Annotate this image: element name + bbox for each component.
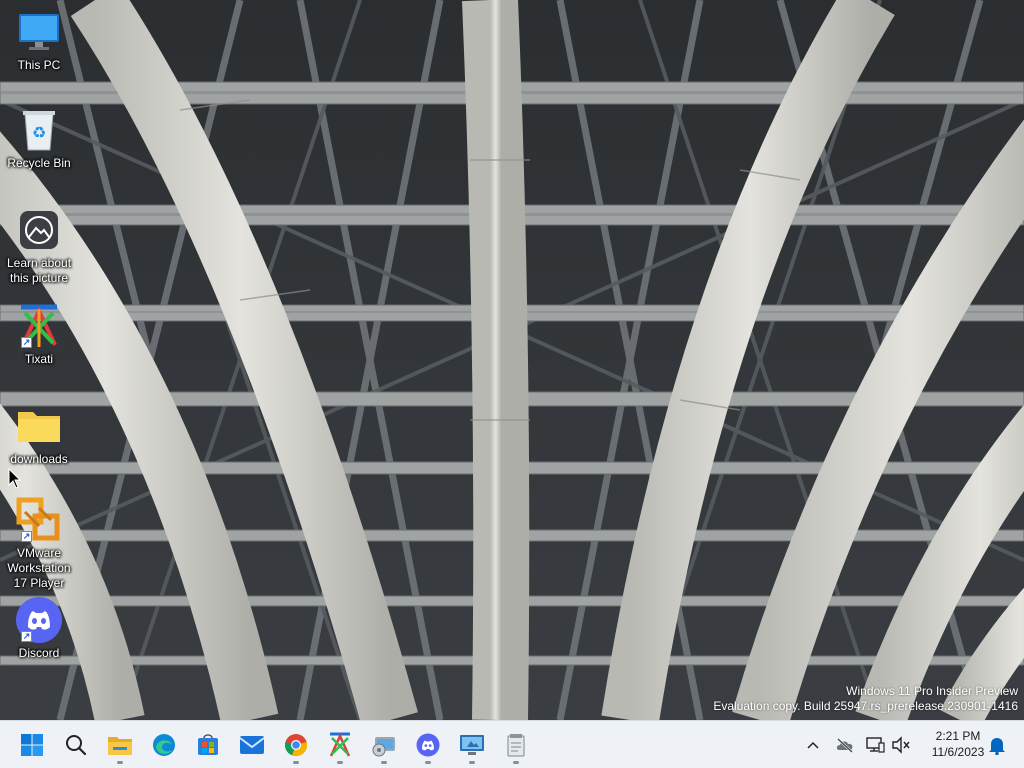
folder-icon [15, 402, 63, 450]
running-indicator [293, 761, 299, 764]
running-indicator [425, 761, 431, 764]
windows-start-icon [21, 734, 43, 756]
taskbar-remote-desktop[interactable] [452, 725, 492, 765]
taskbar-file-explorer[interactable] [100, 725, 140, 765]
desktop-icon-discord[interactable]: ↗ Discord [4, 596, 74, 661]
desktop-icon-label: VMware Workstation 17 Player [7, 546, 71, 590]
search-icon [66, 735, 87, 756]
taskbar-notepad[interactable] [496, 725, 536, 765]
running-indicator [469, 761, 475, 764]
taskbar-microsoft-store[interactable] [188, 725, 228, 765]
taskbar-tixati[interactable] [320, 725, 360, 765]
build-watermark: Windows 11 Pro Insider Preview Evaluatio… [713, 684, 1018, 714]
start-button[interactable] [12, 725, 52, 765]
taskbar-discord[interactable] [408, 725, 448, 765]
store-icon [198, 734, 218, 755]
shortcut-arrow-icon: ↗ [21, 531, 32, 542]
file-explorer-icon [108, 737, 132, 755]
desktop-icon-learn-about-picture[interactable]: Learn about this picture [4, 206, 74, 286]
search-button[interactable] [56, 725, 96, 765]
notepad-icon [507, 734, 525, 757]
desktop-icon-label: Recycle Bin [7, 156, 71, 170]
tray-onedrive[interactable] [834, 733, 856, 757]
discord-icon: ↗ [15, 596, 63, 644]
desktop-icon-label: This PC [17, 58, 61, 72]
remote-desktop-icon [460, 735, 484, 755]
desktop-icon-label: Discord [18, 646, 60, 660]
running-indicator [337, 761, 343, 764]
tixati-icon [329, 732, 351, 757]
tixati-icon: ↗ [15, 302, 63, 350]
tray-volume[interactable] [890, 733, 912, 757]
mail-icon [239, 736, 265, 754]
discord-icon [416, 733, 440, 757]
notifications-button[interactable] [986, 733, 1008, 757]
desktop-icon-label: Learn about this picture [6, 256, 72, 285]
shortcut-arrow-icon: ↗ [21, 337, 32, 348]
mouse-pointer-icon [8, 467, 22, 490]
desktop-icon-recycle-bin[interactable]: ♻ Recycle Bin [4, 106, 74, 171]
chevron-up-icon [807, 741, 819, 749]
tray-network[interactable] [864, 733, 886, 757]
network-icon [866, 737, 885, 753]
onedrive-off-icon [836, 738, 853, 753]
svg-text:♻: ♻ [32, 123, 46, 142]
watermark-edition: Windows 11 Pro Insider Preview [846, 684, 1018, 698]
edge-icon [153, 734, 175, 756]
desktop-wallpaper [0, 0, 1024, 720]
desktop-icon-label: downloads [10, 452, 68, 466]
chrome-icon [285, 734, 308, 757]
taskbar-edge[interactable] [144, 725, 184, 765]
volume-muted-icon [892, 736, 910, 754]
vmware-icon: ↗ [15, 496, 63, 544]
learn-picture-icon [15, 206, 63, 254]
desktop-icon-vmware[interactable]: ↗ VMware Workstation 17 Player [4, 496, 74, 591]
disk-cleanup-icon [372, 737, 395, 757]
notification-bell-icon [989, 738, 1005, 755]
desktop-icon-label: Tixati [24, 352, 54, 366]
running-indicator [117, 761, 123, 764]
show-hidden-icons-button[interactable] [802, 733, 824, 757]
desktop-icon-downloads[interactable]: downloads [4, 402, 74, 467]
taskbar-mail[interactable] [232, 725, 272, 765]
running-indicator [513, 761, 519, 764]
computer-icon [15, 8, 63, 56]
desktop-icon-this-pc[interactable]: This PC [4, 8, 74, 73]
taskbar-chrome[interactable] [276, 725, 316, 765]
taskbar-disk-cleanup[interactable] [364, 725, 404, 765]
taskbar: 2:21 PM 11/6/2023 [0, 720, 1024, 768]
watermark-build: Evaluation copy. Build 25947.rs_prerelea… [713, 699, 1018, 713]
recycle-bin-icon: ♻ [15, 106, 63, 154]
shortcut-arrow-icon: ↗ [21, 631, 32, 642]
desktop-icon-tixati[interactable]: ↗ Tixati [4, 302, 74, 367]
running-indicator [381, 761, 387, 764]
